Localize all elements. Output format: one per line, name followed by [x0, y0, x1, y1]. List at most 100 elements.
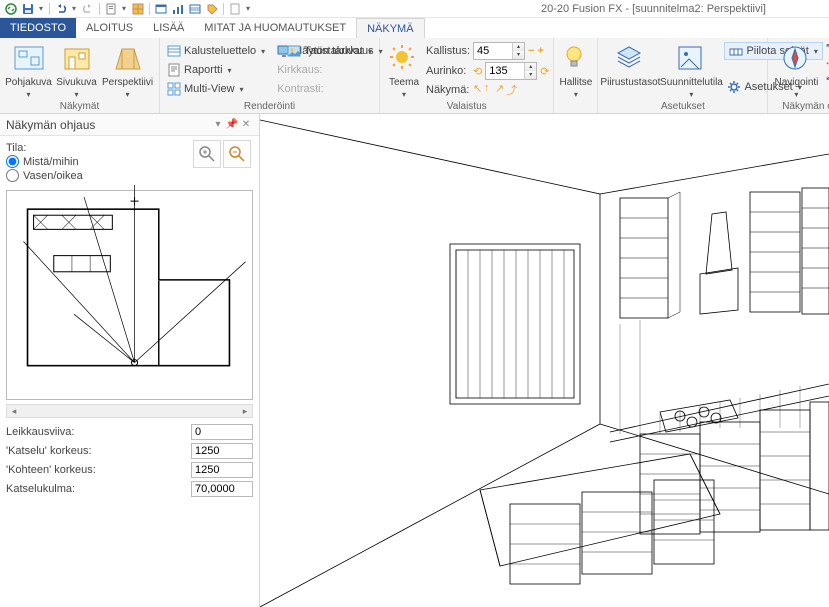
image-icon — [287, 44, 301, 58]
group-renderointi: Kalusteluettelo▾ Raportti▾ Multi-View▾ N… — [160, 38, 380, 113]
plan-view[interactable] — [6, 190, 253, 400]
group-hallitse: Hallitse▾ — [554, 38, 598, 113]
qat-list-icon[interactable] — [187, 1, 203, 17]
tab-mitat[interactable]: MITAT JA HUOMAUTUKSET — [194, 18, 356, 38]
window-title: 20-20 Fusion FX - [suunnitelma2: Perspek… — [254, 3, 826, 15]
sun-icon — [388, 43, 420, 75]
zoom-in-button[interactable] — [193, 140, 221, 168]
nakyma-row: Näkymä: ↖↑↗⤴ — [426, 82, 549, 98]
wall-icon — [729, 44, 743, 58]
hallitse-button[interactable]: Hallitse▾ — [558, 40, 593, 100]
save-dropdown-icon[interactable]: ▾ — [36, 0, 46, 18]
side-panel-title: Näkymän ohjaus — [6, 118, 95, 132]
aurinko-left-icon[interactable]: ⟲ — [473, 65, 482, 78]
suunnittelutila-button[interactable]: Suunnittelutila▾ — [660, 40, 722, 100]
aurinko-row: Aurinko: ⟲ ▴▾ ⟳ — [426, 62, 549, 80]
ribbon: Pohjakuva▾ Sivukuva▾ Perspektiivi▾ Näkym… — [0, 38, 829, 114]
group-label: Näkymät — [4, 100, 155, 113]
group-label: Valaistus — [384, 100, 549, 113]
kallistus-input[interactable] — [474, 45, 512, 57]
taustakuvat-button[interactable]: Taustakuvat▾ — [284, 42, 375, 60]
save-icon[interactable] — [20, 1, 36, 17]
nav-sw-icon[interactable]: ↙ — [822, 70, 829, 84]
tab-aloitus[interactable]: ALOITUS — [76, 18, 143, 38]
spin-up-icon[interactable]: ▴ — [524, 63, 536, 71]
undo-dropdown-icon[interactable]: ▾ — [69, 0, 79, 18]
teema-button[interactable]: Teema▾ — [384, 40, 424, 100]
content-area: Näkymän ohjaus ▾ 📌 ✕ Tila: Mistä/mihin V… — [0, 114, 829, 607]
bulb-icon — [560, 43, 592, 75]
qat-blank-icon[interactable] — [227, 1, 243, 17]
qat-doc-dropdown-icon[interactable]: ▾ — [119, 0, 129, 18]
spin-up-icon[interactable]: ▴ — [512, 43, 524, 51]
scroll-left-icon[interactable]: ◂ — [7, 406, 21, 417]
qat-chart-icon[interactable] — [170, 1, 186, 17]
undo-icon[interactable] — [53, 1, 69, 17]
pohjakuva-icon — [13, 43, 45, 75]
leikkausviiva-label: Leikkausviiva: — [6, 426, 191, 438]
aurinko-right-icon[interactable]: ⟳ — [540, 65, 549, 78]
multiview-button[interactable]: Multi-View▾ — [164, 80, 268, 98]
tab-file[interactable]: TIEDOSTO — [0, 18, 76, 38]
redo-icon[interactable] — [80, 1, 96, 17]
zoom-out-button[interactable] — [223, 140, 251, 168]
piirustustasot-button[interactable]: Piirustustasot — [602, 40, 658, 100]
plan-scrollbar[interactable]: ◂ ▸ — [6, 404, 253, 418]
perspektiivi-icon — [112, 43, 144, 75]
gear-icon — [727, 80, 741, 94]
group-label: Asetukset — [602, 100, 763, 113]
nakyma-grid-icon[interactable]: ↖↑↗⤴ — [473, 82, 516, 98]
tab-lisaa[interactable]: LISÄÄ — [143, 18, 194, 38]
radio-mista-label: Mistä/mihin — [23, 156, 79, 168]
qat-grid-yellow-icon[interactable] — [130, 1, 146, 17]
panel-close-icon[interactable]: ✕ — [239, 119, 253, 130]
katselu-input[interactable] — [191, 443, 253, 459]
navigointi-button[interactable]: Navigointi▾ — [772, 40, 820, 100]
panel-dropdown-icon[interactable]: ▾ — [211, 119, 225, 130]
perspektiivi-button[interactable]: Perspektiivi▾ — [100, 40, 155, 100]
tab-nakyma[interactable]: NÄKYMÄ — [356, 18, 424, 38]
panel-pin-icon[interactable]: 📌 — [225, 119, 239, 130]
ribbon-tabstrip: TIEDOSTO ALOITUS LISÄÄ MITAT JA HUOMAUTU… — [0, 18, 829, 38]
leikkausviiva-input[interactable] — [191, 424, 253, 440]
nav-nw-icon[interactable]: ↖ — [822, 40, 829, 54]
qat-doc-icon[interactable] — [103, 1, 119, 17]
qat-more-dropdown-icon[interactable]: ▾ — [243, 0, 253, 18]
kallistus-spinner[interactable]: ▴▾ — [473, 42, 525, 60]
perspective-viewport[interactable] — [260, 114, 829, 607]
kalusteluettelo-button[interactable]: Kalusteluettelo▾ — [164, 42, 268, 60]
group-label: Renderöinti — [164, 100, 375, 113]
kontrasti-button: Kontrasti: — [274, 80, 386, 98]
aurinko-spinner[interactable]: ▴▾ — [485, 62, 537, 80]
kohteen-input[interactable] — [191, 462, 253, 478]
qat-sync-icon[interactable] — [3, 1, 19, 17]
sivukuva-button[interactable]: Sivukuva▾ — [55, 40, 98, 100]
group-label: Näkymän ohjaus — [772, 100, 829, 113]
nav-arrow-grid: ↖↑↗ ←◦→ ↙↓↘ — [822, 40, 829, 84]
qat-tag-icon[interactable] — [204, 1, 220, 17]
scroll-right-icon[interactable]: ▸ — [238, 406, 252, 417]
kallistus-plus-icon[interactable]: + — [537, 45, 543, 57]
aurinko-input[interactable] — [486, 65, 524, 77]
radio-vasen[interactable] — [6, 169, 19, 182]
quick-access-toolbar: ▾ ▾ ▾ ▾ 20-20 Fusion FX - [suunnitelma2:… — [0, 0, 829, 18]
kallistus-row: Kallistus: ▴▾ − + — [426, 42, 549, 60]
side-panel-header: Näkymän ohjaus ▾ 📌 ✕ — [0, 114, 259, 136]
qat-window-icon[interactable] — [153, 1, 169, 17]
kirkkaus-button: Kirkkaus: — [274, 61, 386, 79]
layers-icon — [614, 43, 646, 75]
spin-down-icon[interactable]: ▾ — [512, 51, 524, 59]
katselu-label: 'Katselu' korkeus: — [6, 445, 191, 457]
katselukulma-input[interactable] — [191, 481, 253, 497]
kallistus-minus-icon[interactable]: − — [528, 45, 534, 57]
sivukuva-icon — [61, 43, 93, 75]
designmode-icon — [675, 43, 707, 75]
pohjakuva-button[interactable]: Pohjakuva▾ — [4, 40, 53, 100]
group-valaistus: Teema▾ Kallistus: ▴▾ − + Aurinko: ⟲ ▴▾ ⟳… — [380, 38, 554, 113]
nav-w-icon[interactable]: ← — [822, 55, 829, 69]
radio-mista[interactable] — [6, 155, 19, 168]
group-asetukset: Piirustustasot Suunnittelutila▾ Piilota … — [598, 38, 768, 113]
report-icon — [167, 63, 181, 77]
spin-down-icon[interactable]: ▾ — [524, 71, 536, 79]
raportti-button[interactable]: Raportti▾ — [164, 61, 268, 79]
